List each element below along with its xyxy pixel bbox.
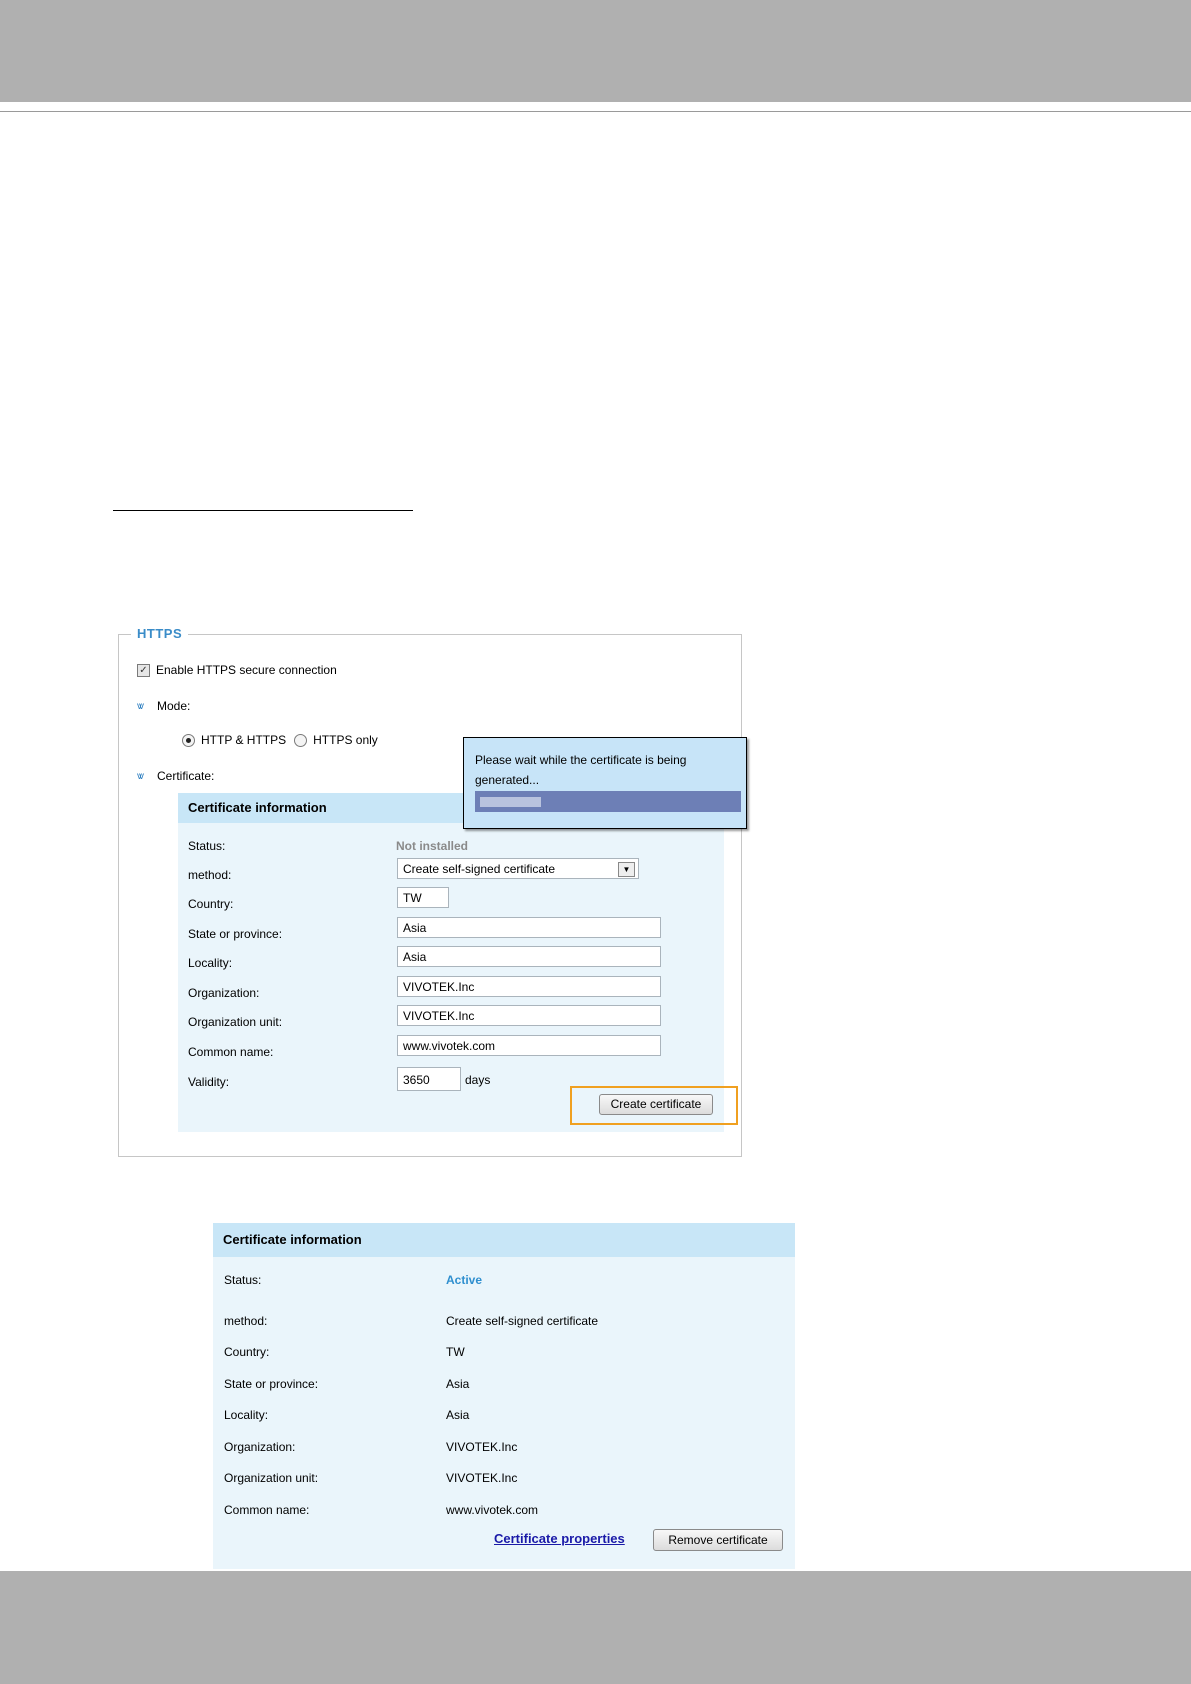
common-name-label: Common name: bbox=[224, 1503, 310, 1517]
organization-input[interactable]: VIVOTEK.Inc bbox=[397, 976, 661, 997]
validity-label: Validity: bbox=[188, 1075, 230, 1089]
status-label: Status: bbox=[224, 1273, 262, 1287]
chevron-down-icon[interactable]: vv bbox=[137, 771, 151, 782]
status-value: Active bbox=[446, 1273, 483, 1287]
organization-unit-value: VIVOTEK.Inc bbox=[446, 1471, 518, 1485]
organization-label: Organization: bbox=[188, 986, 260, 1000]
organization-value: VIVOTEK.Inc bbox=[446, 1440, 518, 1454]
popup-message: Please wait while the certificate is bei… bbox=[475, 753, 687, 787]
organization-label: Organization: bbox=[224, 1440, 296, 1454]
validity-input[interactable]: 3650 bbox=[397, 1067, 461, 1091]
method-label: method: bbox=[188, 868, 232, 882]
chevron-down-icon[interactable]: ▼ bbox=[618, 862, 635, 877]
state-label: State or province: bbox=[188, 927, 283, 941]
chevron-down-icon[interactable]: vv bbox=[137, 701, 151, 712]
common-name-label: Common name: bbox=[188, 1045, 274, 1059]
mode-option-label: HTTP & HTTPS bbox=[201, 733, 287, 747]
state-input[interactable]: Asia bbox=[397, 917, 661, 938]
method-select-value: Create self-signed certificate bbox=[403, 862, 556, 876]
https-settings-panel: HTTPS ✓ Enable HTTPS secure connection v… bbox=[118, 626, 747, 1157]
country-label: Country: bbox=[188, 897, 234, 911]
common-name-value: www.vivotek.com bbox=[446, 1503, 539, 1517]
state-label: State or province: bbox=[224, 1377, 319, 1391]
validity-unit: days bbox=[465, 1073, 491, 1087]
certificate-label: Certificate: bbox=[157, 769, 215, 783]
method-select[interactable]: Create self-signed certificate ▼ bbox=[397, 858, 639, 879]
state-value: Asia bbox=[446, 1377, 470, 1391]
status-label: Status: bbox=[188, 839, 226, 853]
locality-label: Locality: bbox=[188, 956, 233, 970]
https-legend: HTTPS bbox=[131, 626, 189, 641]
mode-row: vv Mode: bbox=[137, 699, 190, 713]
organization-unit-label: Organization unit: bbox=[224, 1471, 319, 1485]
progress-bar-fill bbox=[480, 797, 542, 807]
locality-input[interactable]: Asia bbox=[397, 946, 661, 967]
generating-certificate-popup: Please wait while the certificate is bei… bbox=[463, 737, 747, 829]
certificate-properties-link[interactable]: Certificate properties bbox=[494, 1531, 625, 1546]
certificate-form-panel: Certificate information Status: Not inst… bbox=[178, 793, 724, 1132]
enable-https-label: Enable HTTPS secure connection bbox=[156, 663, 337, 677]
mode-options: HTTP & HTTPS HTTPS only bbox=[182, 733, 378, 747]
create-certificate-highlight bbox=[570, 1086, 738, 1125]
certificate-info-title: Certificate information bbox=[213, 1223, 795, 1257]
remove-certificate-button[interactable]: Remove certificate bbox=[653, 1529, 783, 1551]
header-band bbox=[0, 0, 1191, 102]
mode-option-label: HTTPS only bbox=[313, 733, 378, 747]
method-label: method: bbox=[224, 1314, 268, 1328]
section-rule bbox=[113, 510, 413, 511]
progress-bar bbox=[475, 791, 741, 812]
enable-https-row: ✓ Enable HTTPS secure connection bbox=[137, 663, 337, 677]
common-name-input[interactable]: www.vivotek.com bbox=[397, 1035, 661, 1056]
country-label: Country: bbox=[224, 1345, 270, 1359]
locality-label: Locality: bbox=[224, 1408, 269, 1422]
mode-radio-https-only[interactable] bbox=[294, 733, 308, 747]
enable-https-checkbox[interactable]: ✓ bbox=[137, 663, 150, 677]
country-value: TW bbox=[446, 1345, 465, 1359]
organization-unit-input[interactable]: VIVOTEK.Inc bbox=[397, 1005, 661, 1026]
country-input[interactable]: TW bbox=[397, 887, 449, 908]
locality-value: Asia bbox=[446, 1408, 470, 1422]
method-value: Create self-signed certificate bbox=[446, 1314, 599, 1328]
mode-radio-http-https[interactable] bbox=[182, 733, 195, 747]
header-rule bbox=[0, 111, 1191, 112]
status-value: Not installed bbox=[396, 839, 469, 853]
certificate-row: vv Certificate: bbox=[137, 769, 214, 783]
mode-label: Mode: bbox=[157, 699, 191, 713]
footer-band bbox=[0, 1571, 1191, 1684]
certificate-info-panel: Certificate information Status: Active m… bbox=[213, 1223, 795, 1569]
organization-unit-label: Organization unit: bbox=[188, 1015, 283, 1029]
